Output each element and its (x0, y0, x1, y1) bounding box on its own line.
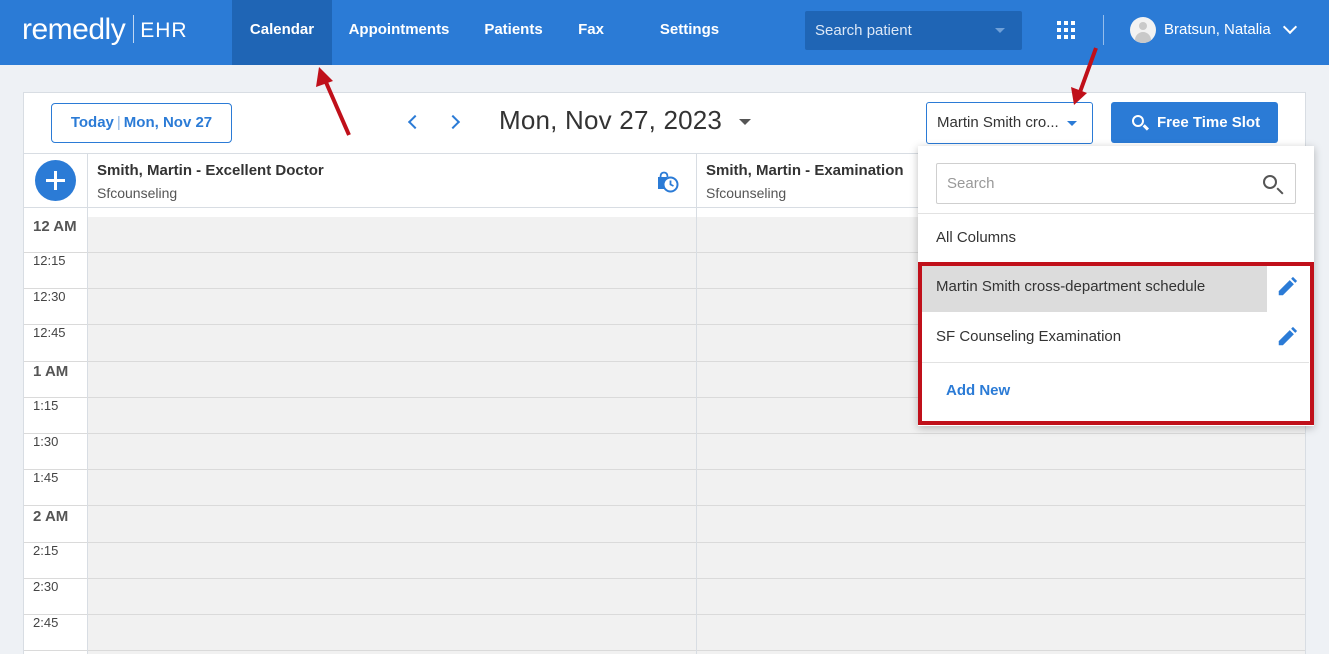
app-logo[interactable]: remedly EHR (22, 14, 188, 47)
search-icon (1132, 115, 1144, 127)
free-time-slot-button[interactable]: Free Time Slot (1111, 102, 1278, 143)
time-label: 2:15 (33, 543, 59, 558)
user-avatar-icon[interactable] (1130, 17, 1156, 43)
time-label: 12:15 (33, 253, 66, 268)
today-date: Mon, Nov 27 (123, 114, 213, 131)
nav-calendar[interactable]: Calendar (232, 0, 332, 65)
all-columns-option[interactable]: All Columns (936, 229, 1016, 246)
date-picker-caret-icon[interactable] (739, 119, 751, 125)
search-patient-placeholder: Search patient (815, 22, 912, 39)
time-column-line (24, 650, 88, 651)
search-icon (1263, 175, 1277, 189)
time-label: 12:45 (33, 325, 66, 340)
nav-appointments[interactable]: Appointments (338, 0, 460, 65)
logo-divider (133, 15, 135, 43)
nav-patients[interactable]: Patients (476, 0, 551, 65)
schedule-select-value: Martin Smith cro... (937, 114, 1059, 131)
logo-suffix: EHR (140, 19, 188, 42)
schedule-select-dropdown[interactable]: Martin Smith cro... (926, 102, 1093, 144)
search-patient-input[interactable]: Search patient (805, 11, 1022, 50)
time-label: 12:30 (33, 289, 66, 304)
schedule-search-input[interactable]: Search (936, 163, 1296, 204)
availability-clock-icon[interactable] (655, 169, 679, 193)
annotation-highlight-box (918, 262, 1314, 425)
top-navigation-bar: remedly EHR Calendar Appointments Patient… (0, 0, 1329, 65)
today-label: Today (70, 114, 114, 131)
column-title: Smith, Martin - Examination (706, 162, 904, 179)
time-column-line (24, 361, 88, 362)
time-label: 2:45 (33, 615, 59, 630)
topbar-divider (1103, 15, 1104, 45)
user-menu-chevron-icon[interactable] (1282, 19, 1298, 35)
logo-text: remedly (22, 13, 126, 46)
dropdown-divider (918, 213, 1314, 214)
nav-settings[interactable]: Settings (652, 0, 727, 65)
time-label: 1:45 (33, 470, 59, 485)
schedule-select-caret-icon (1067, 121, 1077, 126)
schedule-search-placeholder: Search (947, 175, 995, 192)
time-column-line (24, 505, 88, 506)
user-name[interactable]: Bratsun, Natalia (1164, 21, 1271, 38)
time-label: 1 AM (33, 363, 69, 380)
column-subtitle: Sfcounseling (97, 185, 178, 201)
time-label: 1:15 (33, 398, 59, 413)
time-label: 2:30 (33, 579, 59, 594)
nav-fax[interactable]: Fax (570, 0, 612, 65)
time-column-separator (87, 153, 88, 654)
search-patient-caret-icon (995, 28, 1005, 33)
column-title: Smith, Martin - Excellent Doctor (97, 162, 324, 179)
time-label: 12 AM (33, 218, 77, 235)
today-button[interactable]: Today | Mon, Nov 27 (51, 103, 232, 143)
current-date-title[interactable]: Mon, Nov 27, 2023 (499, 105, 722, 136)
column-subtitle: Sfcounseling (706, 185, 787, 201)
column-separator (696, 153, 697, 654)
time-label: 1:30 (33, 434, 59, 449)
add-appointment-plus-icon[interactable] (35, 160, 76, 201)
free-time-slot-label: Free Time Slot (1157, 114, 1261, 131)
apps-grid-icon[interactable] (1057, 21, 1075, 39)
time-label: 2 AM (33, 508, 69, 525)
annotation-arrowhead (316, 67, 333, 87)
